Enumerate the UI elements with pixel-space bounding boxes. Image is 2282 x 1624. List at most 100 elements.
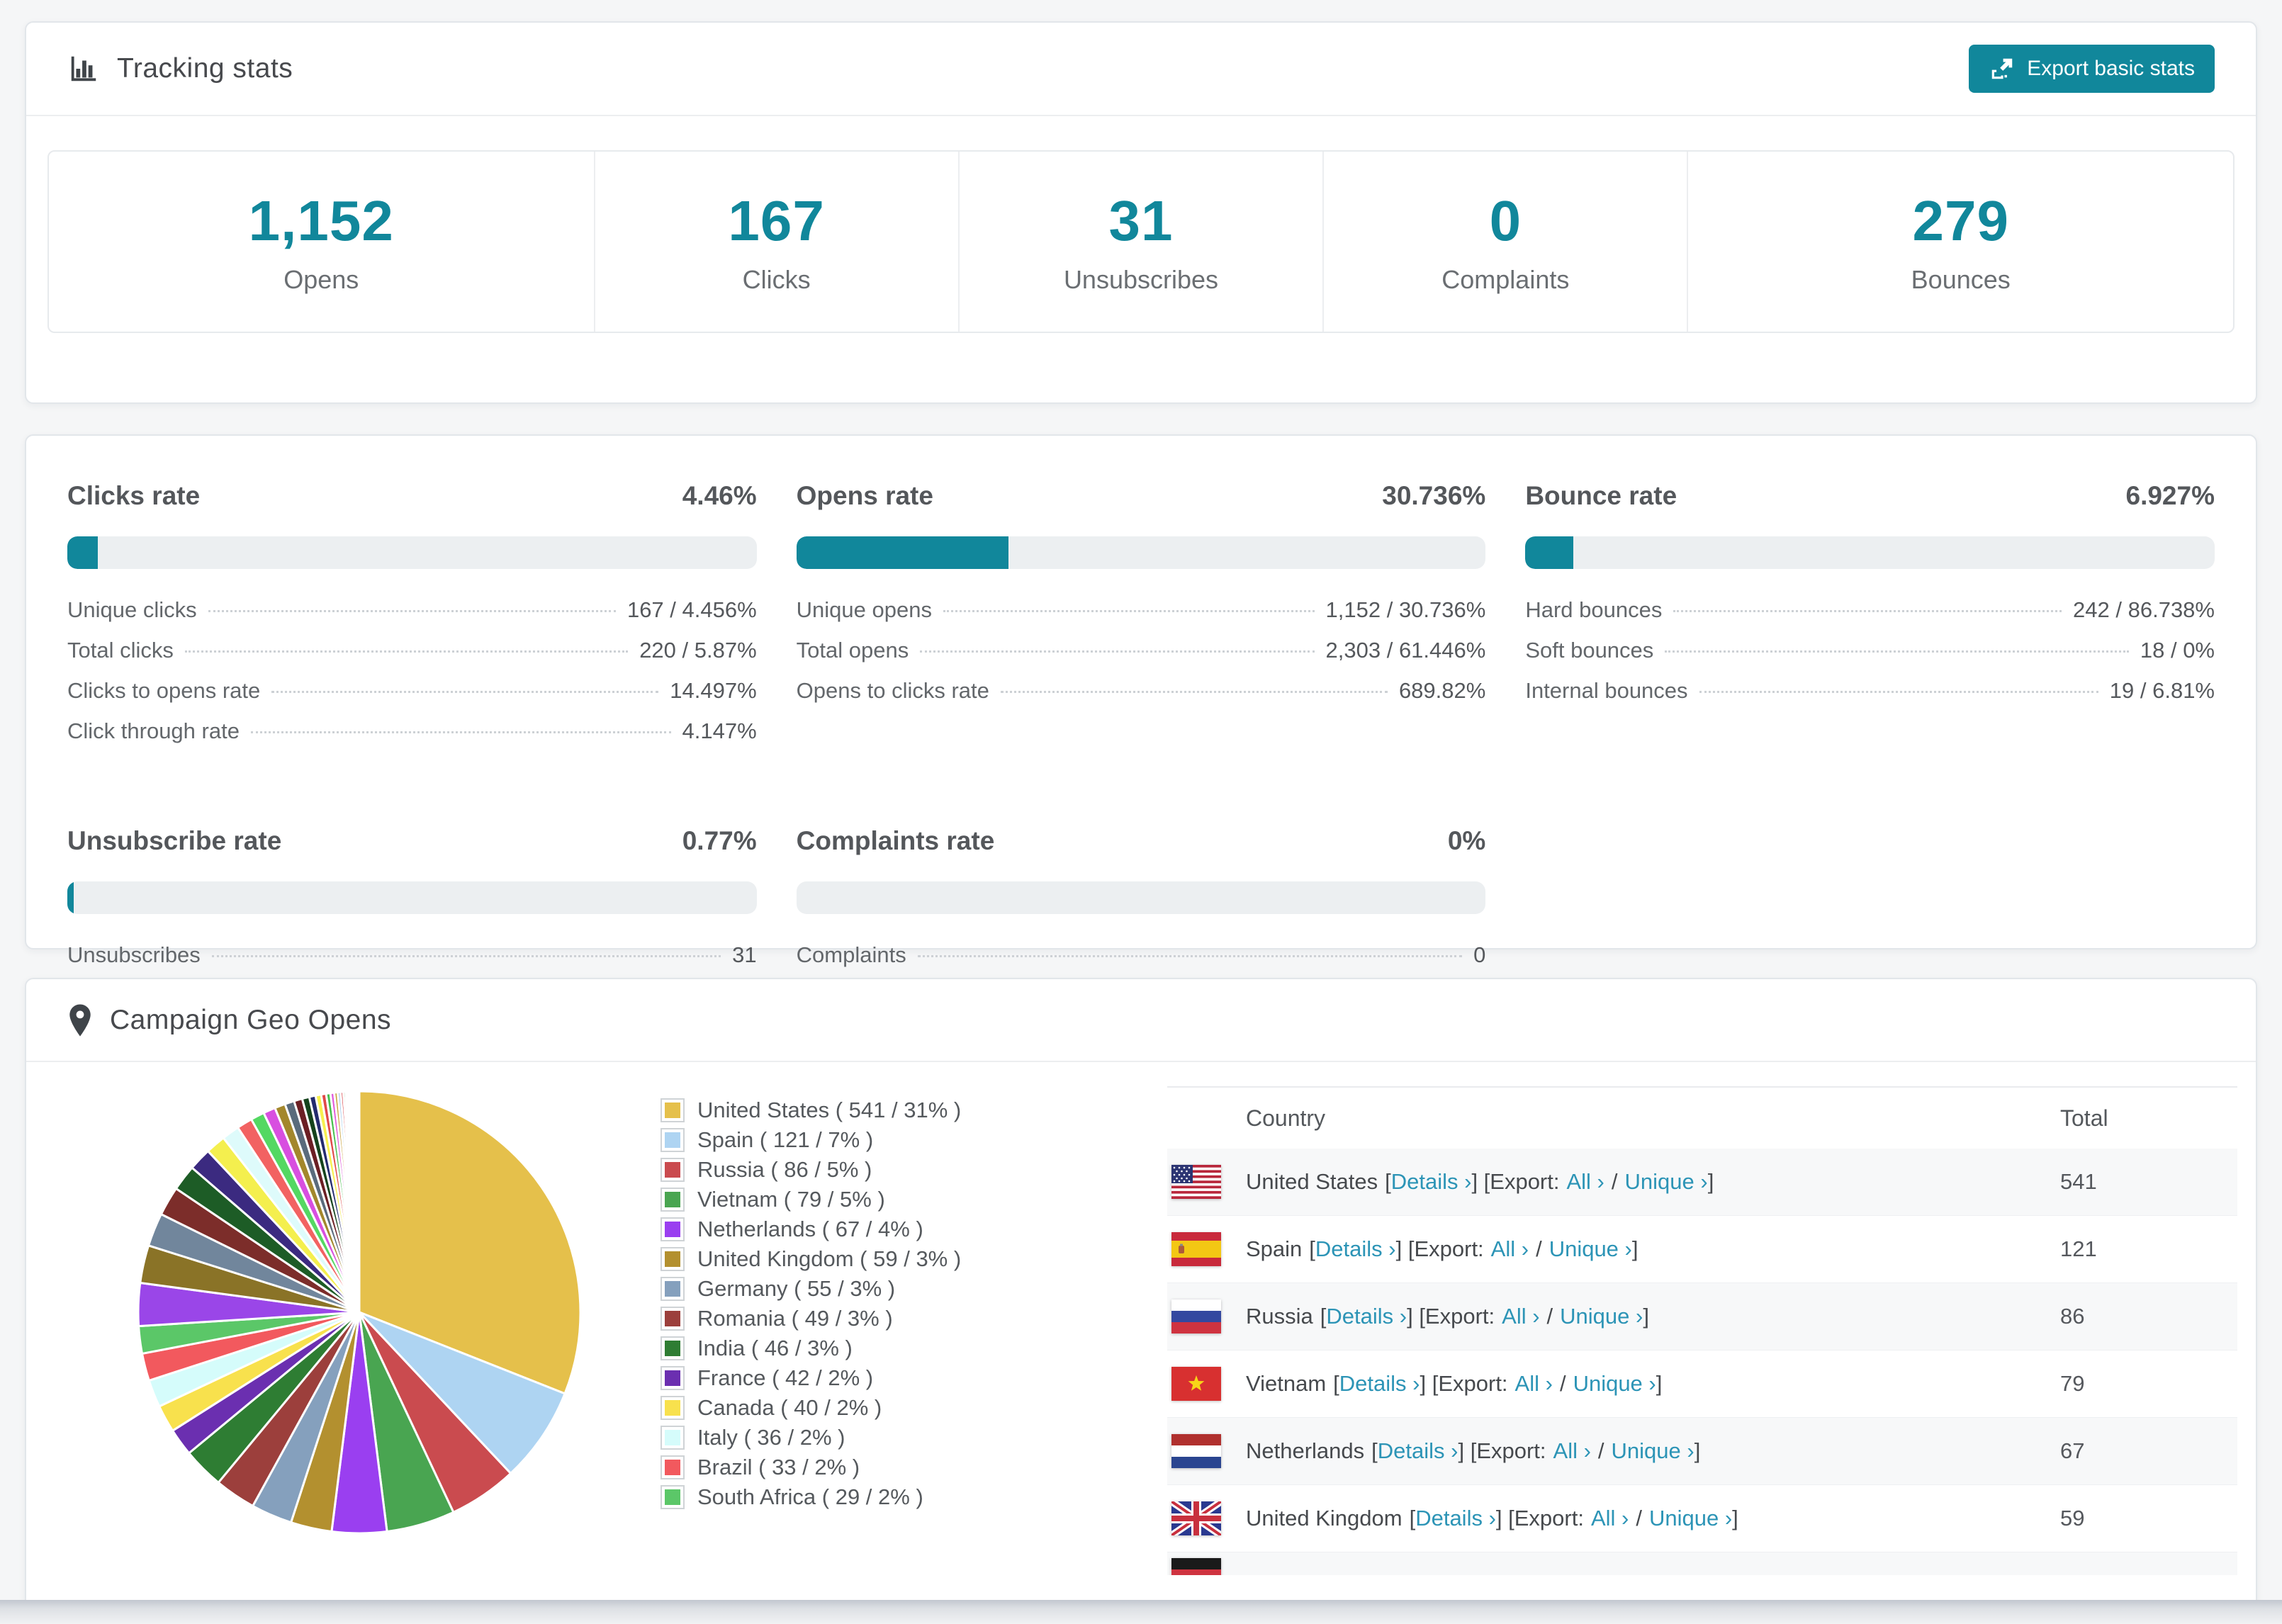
bracket-close: ]: [1656, 1371, 1663, 1396]
stat-detail-row: Soft bounces 18 / 0%: [1525, 638, 2215, 678]
export-all-link[interactable]: All ›: [1553, 1438, 1591, 1463]
stat-value: 1,152: [248, 189, 394, 252]
legend-item[interactable]: Spain ( 121 / 7% ): [661, 1127, 1142, 1152]
legend-item[interactable]: United States ( 541 / 31% ): [661, 1098, 1142, 1122]
stat-detail-row: Total clicks 220 / 5.87%: [67, 638, 757, 678]
legend-swatch: [661, 1217, 685, 1241]
export-basic-stats-button[interactable]: Export basic stats: [1969, 45, 2215, 93]
stat-opens: 1,152 Opens: [49, 152, 594, 332]
export-unique-link[interactable]: Unique ›: [1549, 1236, 1632, 1261]
geo-opens-card: Campaign Geo Opens United States ( 541 /…: [25, 978, 2257, 1624]
legend-item[interactable]: Italy ( 36 / 2% ): [661, 1425, 1142, 1450]
legend-swatch: [661, 1127, 685, 1152]
legend-swatch: [661, 1157, 685, 1182]
dotted-leader: [917, 955, 1463, 957]
stat-detail-row: Unique opens 1,152 / 30.736%: [797, 597, 1486, 638]
details-link[interactable]: Details ›: [1378, 1438, 1458, 1463]
bracket-open: [: [1333, 1371, 1339, 1396]
legend-label: India ( 46 / 3% ): [697, 1335, 853, 1360]
table-row: Germany[Details ›] [Export:All ›/Unique …: [1167, 1552, 2237, 1575]
legend-item[interactable]: Canada ( 40 / 2% ): [661, 1395, 1142, 1420]
dotted-leader: [920, 650, 1315, 653]
bracket-close: ]: [1631, 1236, 1639, 1261]
page: Tracking stats Export basic stats 1,152 O…: [0, 0, 2282, 1624]
detail-label: Complaints: [796, 942, 906, 967]
legend-swatch: [661, 1395, 685, 1420]
legend-label: Germany ( 55 / 3% ): [697, 1275, 896, 1301]
detail-value: 18 / 0%: [2140, 638, 2215, 662]
stat-unsubscribes: 31 Unsubscribes: [957, 152, 1322, 332]
legend-item[interactable]: Netherlands ( 67 / 4% ): [661, 1217, 1142, 1241]
export-all-link[interactable]: All ›: [1566, 1169, 1604, 1194]
rate-name: Clicks rate: [67, 481, 201, 510]
legend-label: France ( 42 / 2% ): [697, 1365, 874, 1390]
legend-item[interactable]: France ( 42 / 2% ): [661, 1365, 1142, 1390]
export-all-link[interactable]: All ›: [1502, 1304, 1539, 1329]
legend-item[interactable]: United Kingdom ( 59 / 3% ): [661, 1246, 1142, 1271]
rates-card: Clicks rate 4.46% Unique clicks 167 / 4.456…: [25, 434, 2257, 967]
slash-separator: /: [1597, 1438, 1604, 1463]
geo-table: Country Total United States [Details ›] [Ex…: [1167, 1086, 2237, 1575]
detail-label: Hard bounces: [1525, 597, 1663, 622]
rate-name: Unsubscribe rate: [67, 826, 282, 855]
tracking-stats-header: Tracking stats Export basic stats: [26, 23, 2256, 116]
stat-value: 31: [1108, 189, 1174, 252]
stat-detail-row: Unique clicks 167 / 4.456%: [67, 597, 757, 638]
export-unique-link[interactable]: Unique ›: [1649, 1506, 1732, 1530]
location-pin-icon: [67, 1003, 93, 1037]
slash-separator: /: [1536, 1236, 1542, 1261]
detail-label: Total opens: [796, 638, 909, 662]
ru-flag-icon: [1171, 1299, 1221, 1333]
details-link[interactable]: Details ›: [1315, 1236, 1396, 1261]
stat-detail-row: Internal bounces 19 / 6.81%: [1525, 678, 2215, 718]
nl-flag-icon: [1171, 1434, 1221, 1468]
export-label: ] [Export:: [1495, 1506, 1584, 1530]
vn-flag-icon: [1171, 1367, 1221, 1401]
legend-item[interactable]: Romania ( 49 / 3% ): [661, 1306, 1142, 1331]
rate-details: Complaints 0: [797, 942, 1486, 983]
export-unique-link[interactable]: Unique ›: [1625, 1169, 1708, 1194]
rate-block-clicks-rate: Clicks rate 4.46% Unique clicks 167 / 4.456…: [67, 481, 757, 759]
rate-block-complaints-rate: Complaints rate 0% Complaints 0: [796, 826, 1486, 983]
rate-value: 0.77%: [682, 826, 757, 855]
detail-value: 14.497%: [670, 678, 757, 703]
bracket-open: [: [1385, 1169, 1391, 1194]
details-link[interactable]: Details ›: [1326, 1304, 1407, 1329]
legend-swatch: [661, 1306, 685, 1331]
legend-item[interactable]: India ( 46 / 3% ): [661, 1336, 1142, 1360]
legend-item[interactable]: South Africa ( 29 / 2% ): [661, 1484, 1142, 1509]
rate-name: Complaints rate: [796, 826, 995, 855]
legend-label: Brazil ( 33 / 2% ): [697, 1454, 860, 1479]
rate-block-unsubscribe-rate: Unsubscribe rate 0.77% Unsubscribes 31: [67, 826, 757, 983]
progress-bar: [67, 536, 757, 569]
export-unique-link[interactable]: Unique ›: [1612, 1438, 1694, 1463]
summary-stats-row: 1,152 Opens 167 Clicks 31 Unsubscribes 0 Compla…: [47, 150, 2235, 333]
stat-value: 167: [728, 189, 825, 252]
stat-value: 0: [1489, 189, 1522, 252]
export-unique-link[interactable]: Unique ›: [1560, 1304, 1643, 1329]
legend-item[interactable]: Russia ( 86 / 5% ): [661, 1157, 1142, 1182]
legend-label: Spain ( 121 / 7% ): [697, 1127, 874, 1152]
export-all-link[interactable]: All ›: [1515, 1371, 1553, 1396]
details-link[interactable]: Details ›: [1415, 1506, 1496, 1530]
legend-item[interactable]: Germany ( 55 / 3% ): [661, 1276, 1142, 1301]
stat-label: Bounces: [1911, 265, 2011, 294]
detail-value: 2,303 / 61.446%: [1325, 638, 1486, 662]
us-flag-icon: [1171, 1165, 1221, 1199]
export-unique-link[interactable]: Unique ›: [1573, 1371, 1656, 1396]
legend-item[interactable]: Vietnam ( 79 / 5% ): [661, 1187, 1142, 1212]
details-link[interactable]: Details ›: [1339, 1371, 1420, 1396]
details-link[interactable]: Details ›: [1391, 1169, 1472, 1194]
progress-fill: [67, 881, 74, 914]
export-all-link[interactable]: All ›: [1591, 1506, 1629, 1530]
legend-item[interactable]: Brazil ( 33 / 2% ): [661, 1455, 1142, 1479]
geo-pie-chart[interactable]: [133, 1086, 586, 1539]
export-all-link[interactable]: All ›: [1491, 1236, 1529, 1261]
dotted-leader: [184, 650, 629, 653]
stat-detail-row: Unsubscribes 31: [67, 942, 757, 983]
bracket-close: ]: [1643, 1304, 1649, 1329]
dotted-leader: [211, 955, 721, 957]
detail-value: 220 / 5.87%: [639, 638, 757, 662]
detail-label: Clicks to opens rate: [67, 678, 261, 703]
legend-label: Canada ( 40 / 2% ): [697, 1394, 882, 1420]
